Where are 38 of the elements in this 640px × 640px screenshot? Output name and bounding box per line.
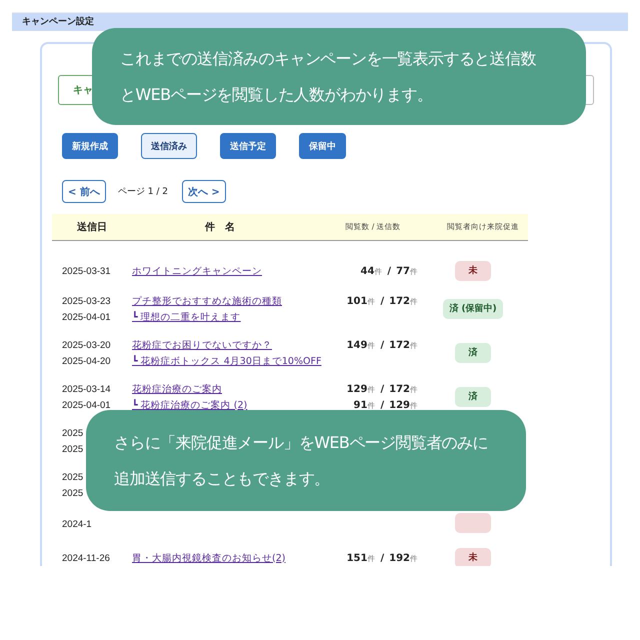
send-date: 2025 bbox=[62, 488, 84, 498]
column-header: 件 名 bbox=[204, 220, 236, 234]
send-date: 2024-1 bbox=[62, 519, 92, 530]
send-date: 2025-04-20 bbox=[62, 356, 111, 366]
send-date: 2025-04-01 bbox=[62, 400, 111, 410]
next-page-button[interactable]: 次へ > bbox=[182, 180, 226, 203]
campaign-link[interactable]: プチ整形でおすすめな施術の種類 bbox=[132, 294, 282, 308]
campaign-link[interactable]: ┗ 花粉症ボトックス 4月30日まで10%OFF bbox=[132, 354, 322, 368]
campaign-link[interactable]: ホワイトニングキャンペーン bbox=[132, 264, 262, 278]
send-date: 2025-03-14 bbox=[62, 384, 111, 394]
status-badge: 未 bbox=[455, 261, 491, 281]
send-date: 2025 bbox=[62, 472, 84, 482]
send-date: 2025 bbox=[62, 444, 84, 454]
status-badge: 済 bbox=[455, 387, 491, 407]
campaign-link[interactable]: 胃・大腸内視鏡検査のお知らせ(2) bbox=[132, 552, 286, 564]
status-badge: 未 bbox=[455, 548, 491, 566]
send-date: 2025-03-23 bbox=[62, 296, 111, 306]
page-indicator: ページ 1 / 2 bbox=[118, 186, 168, 198]
send-date: 2025-03-31 bbox=[62, 266, 111, 276]
filter-button[interactable]: 新規作成 bbox=[62, 133, 118, 159]
column-header: 送信日 bbox=[76, 220, 108, 234]
callout-tooltip: さらに「来院促進メール」をWEBページ閲覧者のみに追加送信することもできます。 bbox=[86, 410, 526, 511]
status-badge: 済 bbox=[455, 343, 491, 363]
send-date: 2025-03-20 bbox=[62, 340, 111, 350]
callout-tooltip: これまでの送信済みのキャンペーンを一覧表示すると送信数とWEBページを閲覧した人数がわかります。 bbox=[92, 28, 586, 125]
send-date: 2024-11-26 bbox=[62, 552, 110, 564]
page-title: キャンペーン設定 bbox=[22, 15, 94, 29]
filter-button[interactable]: 送信済み bbox=[141, 133, 197, 159]
send-date: 2025 bbox=[62, 428, 84, 438]
send-date: 2025-04-01 bbox=[62, 312, 111, 322]
filter-button[interactable]: 保留中 bbox=[299, 133, 346, 159]
prev-page-button[interactable]: < 前へ bbox=[62, 180, 106, 203]
campaign-link[interactable]: ┗ 花粉症治療のご案内 (2) bbox=[132, 398, 248, 412]
filter-button[interactable]: 送信予定 bbox=[220, 133, 276, 159]
campaign-link[interactable]: ┗ 理想の二重を叶えます bbox=[132, 310, 241, 324]
status-badge: 済 (保留中) bbox=[443, 299, 503, 319]
campaign-link[interactable]: 花粉症でお困りでないですか？ bbox=[132, 338, 272, 352]
campaign-link[interactable]: 花粉症治療のご案内 bbox=[132, 382, 222, 396]
